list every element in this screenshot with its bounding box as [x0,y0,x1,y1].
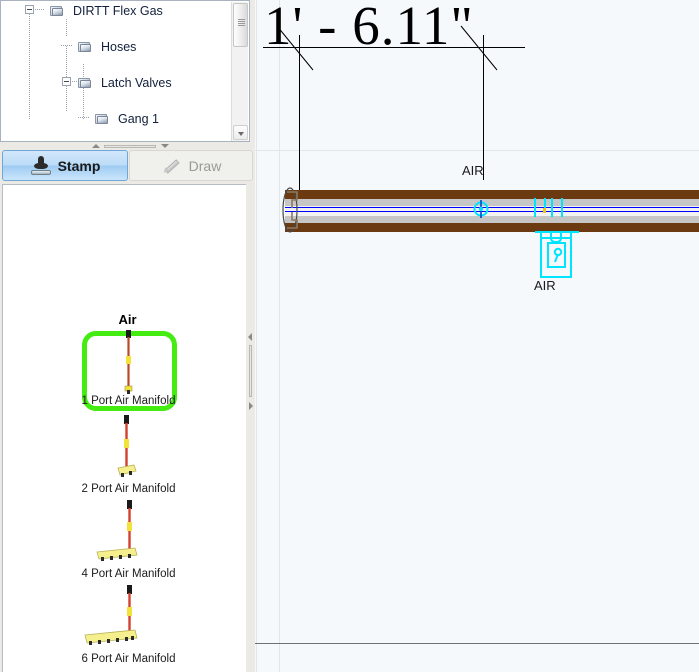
palette-item-2-port[interactable]: 2 Port Air Manifold [3,413,252,495]
air-label-top: AIR [462,163,484,178]
tree-item-hoses[interactable]: Hoses [1,37,232,55]
scrollbar-thumb[interactable] [233,3,248,47]
manifold-6-port-glyph [83,585,138,645]
tree-connector [35,9,45,10]
left-panel: DIRTT Flex Gas Hoses Latch Valves Gang 1… [0,0,255,672]
tree-connector [78,117,90,118]
vertical-splitter[interactable] [246,184,255,672]
cad-drawing-canvas[interactable]: 1' - 6.11" AIR AIR [255,0,699,672]
splitter-grip[interactable] [249,345,252,397]
palette-item-label: 6 Port Air Manifold [81,653,176,665]
stamp-icon [30,155,52,176]
expander-minus-icon[interactable] [25,5,34,14]
palette-heading: Air [118,312,137,327]
palette-item-label: 1 Port Air Manifold [81,395,176,407]
chevron-down-icon [238,132,244,136]
folder-icon [49,5,64,17]
manifold-2-port-glyph [116,415,137,477]
application-window: DIRTT Flex Gas Hoses Latch Valves Gang 1… [0,0,699,672]
palette-item-6-port[interactable]: 6 Port Air Manifold [3,583,252,665]
tab-draw-label: Draw [188,157,222,174]
dimension-ticks [276,25,498,71]
air-label-bottom: AIR [534,278,556,293]
tree-item-label: Latch Valves [100,75,172,90]
tree-item-label: Gang 1 [117,111,159,126]
folder-icon [77,41,92,53]
pencil-icon [161,156,183,176]
splitter-collapse-right-icon[interactable] [249,402,253,410]
folder-icon [94,113,109,125]
tree-scroll-viewport[interactable]: DIRTT Flex Gas Hoses Latch Valves Gang 1 [1,1,232,141]
tree-guide-line [29,10,30,120]
splitter-collapse-up-icon[interactable] [92,144,100,148]
manifold-1-port-glyph [124,330,132,394]
palette-item-label: 2 Port Air Manifold [81,483,176,495]
extension-line [299,35,300,205]
manifold-palette[interactable]: Air 1 Port Air Manifold 2 Port Air Manif… [2,184,253,672]
grid-line [255,150,699,151]
tree-item-label: Hoses [100,39,137,54]
extension-line [483,35,484,180]
tree-item-gang-1[interactable]: Gang 1 [1,109,232,127]
connector-symbol[interactable] [468,198,494,222]
tree-item-dirtt-flex-gas[interactable]: DIRTT Flex Gas [1,1,232,19]
tab-stamp-label: Stamp [57,157,101,174]
scroll-down-button[interactable] [233,125,248,140]
tab-stamp[interactable]: Stamp [2,150,128,181]
palette-item-1-port[interactable]: 1 Port Air Manifold [3,328,252,407]
palette-item-label: 4 Port Air Manifold [81,568,176,580]
splitter-collapse-down-icon[interactable] [161,144,169,148]
wall-end-cap [282,187,298,233]
folder-icon [77,77,92,89]
canvas-divider [255,643,699,644]
wall-bottom-band [285,223,699,232]
tree-guide-line [66,19,67,37]
splitter-collapse-left-icon[interactable] [248,333,252,341]
manifold-4-port-glyph [95,500,138,561]
splitter-grip[interactable] [104,145,156,148]
tab-draw[interactable]: Draw [129,150,253,181]
tree-vertical-scrollbar[interactable] [231,2,248,141]
tree-item-label: DIRTT Flex Gas [72,3,163,18]
palette-item-4-port[interactable]: 4 Port Air Manifold [3,498,252,580]
grip-icon [238,19,245,26]
tree-item-latch-valves[interactable]: Latch Valves [1,73,232,91]
component-tree-panel[interactable]: DIRTT Flex Gas Hoses Latch Valves Gang 1 [0,0,250,142]
expander-minus-icon[interactable] [62,77,71,86]
tree-connector [61,45,73,46]
air-manifold-symbol[interactable] [527,190,587,290]
tool-mode-tabs: Stamp Draw [2,150,253,181]
